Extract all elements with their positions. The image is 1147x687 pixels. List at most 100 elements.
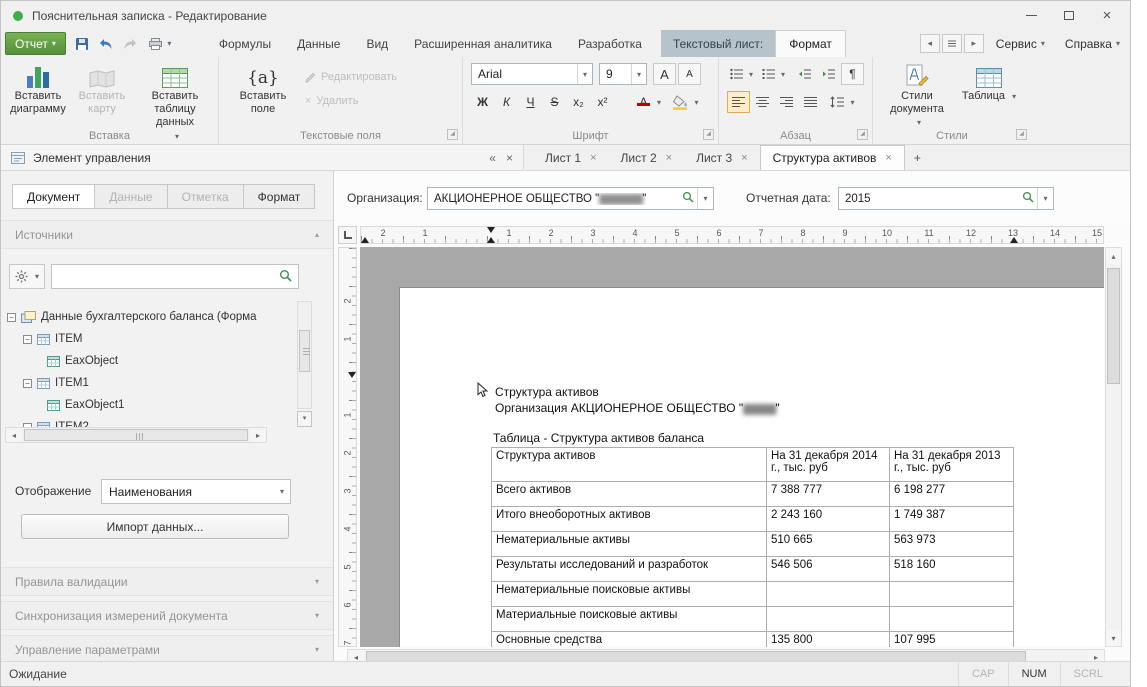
document-canvas[interactable]: Структура активов Организация АКЦИОНЕРНО… [360, 247, 1104, 647]
collapse-node-icon[interactable]: − [7, 313, 16, 322]
increase-indent-button[interactable] [817, 63, 840, 85]
ribbon-tab[interactable]: Вид [353, 30, 401, 57]
report-date-input[interactable]: 2015 ▾ [838, 187, 1054, 210]
insert-field-button[interactable]: {a} Вставить поле [231, 60, 295, 126]
superscript-button[interactable]: x² [591, 91, 614, 113]
horizontal-ruler[interactable]: 21123456789101112131415 [360, 226, 1104, 244]
line-spacing-button[interactable]: ▾ [827, 91, 858, 113]
cell-value-2013[interactable]: 1 749 387 [890, 507, 1014, 532]
cell-value-2014[interactable]: 2 243 160 [767, 507, 890, 532]
bold-button[interactable]: Ж [471, 91, 494, 113]
redo-button[interactable] [118, 30, 142, 57]
cell-value-2013[interactable]: 107 995 [890, 632, 1014, 648]
font-size-select[interactable]: 9 ▾ [599, 63, 647, 85]
import-data-button[interactable]: Импорт данных... [21, 514, 289, 539]
cell-value-2014[interactable]: 7 388 777 [767, 482, 890, 507]
insert-map-button[interactable]: Вставить карту [73, 60, 131, 126]
tree-item[interactable]: − ITEM [23, 329, 82, 349]
cell-value-2014[interactable] [767, 582, 890, 607]
collapse-node-icon[interactable]: − [23, 335, 32, 344]
dialog-launcher-icon[interactable]: ◢ [447, 129, 458, 140]
show-formatting-button[interactable]: ¶ [841, 63, 864, 85]
font-color-button[interactable]: А ▾ [633, 91, 664, 113]
validation-rules-section[interactable]: Правила валидации ▾ [1, 567, 333, 596]
sheet-tab[interactable]: Лист 1× [533, 145, 609, 170]
scroll-right-button[interactable]: ▸ [250, 428, 266, 442]
collapse-panel-button[interactable]: « [489, 151, 496, 165]
vertical-ruler[interactable]: 211234567 [338, 247, 357, 647]
sheet-tab-active[interactable]: Структура активов× [760, 145, 905, 170]
cell-value-2013[interactable] [890, 607, 1014, 632]
ribbon-tab[interactable]: Расширенная аналитика [401, 30, 565, 57]
service-menu[interactable]: Сервис▾ [986, 30, 1055, 57]
scrollbar-thumb[interactable] [1107, 268, 1120, 384]
scroll-left-button[interactable]: ◂ [6, 428, 22, 442]
column-header[interactable]: Структура активов [492, 448, 767, 482]
save-button[interactable] [70, 30, 94, 57]
panel-tab-mark[interactable]: Отметка [167, 184, 244, 209]
cell-value-2013[interactable]: 518 160 [890, 557, 1014, 582]
align-center-button[interactable] [751, 91, 774, 113]
ribbon-tab[interactable]: Разработка [565, 30, 655, 57]
document-styles-button[interactable]: Стили документа ▾ [885, 60, 949, 126]
add-sheet-button[interactable]: + [905, 145, 930, 170]
ribbon-tab[interactable]: Формулы [206, 30, 284, 57]
cell-indicator-name[interactable]: Результаты исследований и разработок [492, 557, 767, 582]
tree-item[interactable]: EaxObject [47, 351, 118, 371]
collapse-node-icon[interactable]: − [23, 379, 32, 388]
cell-indicator-name[interactable]: Материальные поисковые активы [492, 607, 767, 632]
undo-button[interactable] [94, 30, 118, 57]
cell-indicator-name[interactable]: Итого внеоборотных активов [492, 507, 767, 532]
scrollbar-thumb[interactable] [24, 429, 248, 441]
parameter-management-section[interactable]: Управление параметрами ▾ [1, 635, 333, 664]
strikethrough-button[interactable]: S [543, 91, 566, 113]
num-lock-indicator[interactable]: NUM [1008, 662, 1060, 686]
close-panel-button[interactable]: × [506, 151, 513, 165]
column-header[interactable]: На 31 декабря 2013 г., тыс. руб [890, 448, 1014, 482]
shrink-font-button[interactable]: А [678, 63, 701, 85]
scrollbar-thumb[interactable] [299, 330, 310, 372]
cell-value-2014[interactable]: 510 665 [767, 532, 890, 557]
ruler-corner-button[interactable] [338, 226, 357, 244]
maximize-button[interactable] [1050, 1, 1088, 30]
close-tab-icon[interactable]: × [590, 152, 596, 164]
close-tab-icon[interactable]: × [741, 152, 747, 164]
font-family-select[interactable]: Arial ▾ [471, 63, 593, 85]
close-tab-icon[interactable]: × [666, 152, 672, 164]
cell-value-2014[interactable]: 546 506 [767, 557, 890, 582]
dimension-sync-section[interactable]: Синхронизация измерений документа ▾ [1, 601, 333, 630]
cell-value-2013[interactable] [890, 582, 1014, 607]
justify-button[interactable] [799, 91, 822, 113]
chevron-down-icon[interactable]: ▾ [697, 188, 713, 209]
underline-button[interactable]: Ч [519, 91, 542, 113]
insert-chart-button[interactable]: Вставить диаграмму [7, 60, 69, 126]
edit-field-button[interactable]: Редактировать [305, 67, 397, 87]
panel-tab-data[interactable]: Данные [94, 184, 167, 209]
numbered-list-button[interactable]: ▾ [759, 63, 788, 85]
bullet-list-button[interactable]: ▾ [727, 63, 756, 85]
tree-item-root[interactable]: − Данные бухгалтерского баланса (Форма [7, 307, 257, 327]
vertical-scrollbar[interactable]: ▴ ▾ [1105, 247, 1122, 647]
fill-color-button[interactable]: ▾ [669, 91, 702, 113]
ribbon-prev-button[interactable]: ◂ [920, 34, 940, 53]
chevron-down-icon[interactable]: ▾ [1037, 188, 1053, 209]
column-header[interactable]: На 31 декабря 2014 г., тыс. руб [767, 448, 890, 482]
tree-item[interactable]: − ITEM1 [23, 373, 89, 393]
grow-font-button[interactable]: А [653, 63, 676, 85]
decrease-indent-button[interactable] [793, 63, 816, 85]
indent-marker[interactable] [487, 237, 495, 243]
align-right-button[interactable] [775, 91, 798, 113]
cell-value-2014[interactable]: 135 800 [767, 632, 890, 648]
insert-data-table-button[interactable]: Вставить таблицу данных ▾ [135, 60, 215, 126]
document-page[interactable]: Структура активов Организация АКЦИОНЕРНО… [399, 287, 1104, 647]
table-styles-button[interactable]: Таблица ▾ [961, 60, 1017, 126]
ribbon-tab-format[interactable]: Формат [775, 30, 846, 57]
dialog-launcher-icon[interactable]: ◢ [703, 129, 714, 140]
caps-lock-indicator[interactable]: CAP [958, 662, 1008, 686]
chevron-down-icon[interactable]: ▾ [577, 64, 592, 84]
align-left-button[interactable] [727, 91, 750, 113]
chevron-down-icon[interactable]: ▾ [631, 64, 646, 84]
cell-indicator-name[interactable]: Основные средства [492, 632, 767, 648]
ribbon-next-button[interactable]: ▸ [964, 34, 984, 53]
first-line-indent-marker[interactable] [487, 227, 495, 233]
